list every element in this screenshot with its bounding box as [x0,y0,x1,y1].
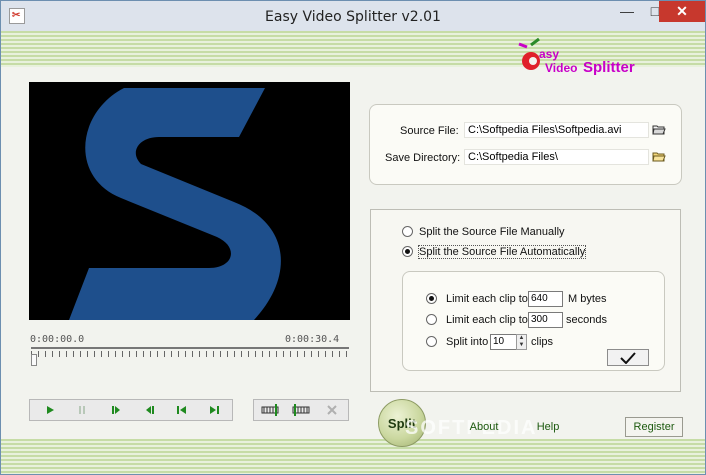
minimize-button[interactable]: — [613,1,641,22]
apply-options-button[interactable] [607,349,649,366]
clip-count-input[interactable]: 10 [490,334,517,350]
playback-controls [29,399,233,421]
set-end-mark-button[interactable] [287,402,315,418]
close-button[interactable]: ✕ [659,1,705,22]
mark-end-icon [292,404,310,416]
split-count-radio[interactable] [426,336,437,347]
limit-size-radio[interactable] [426,293,437,304]
window-title: Easy Video Splitter v2.01 [265,9,441,25]
limit-time-radio[interactable] [426,314,437,325]
limit-time-label: Limit each clip to [446,314,528,326]
pause-icon [79,406,85,414]
go-end-icon [210,406,219,414]
delete-icon [327,405,337,415]
clip-count-spinner[interactable]: ▲ ▼ [516,334,527,350]
svg-text:asy: asy [539,47,559,61]
spin-down-icon[interactable]: ▼ [517,342,526,349]
split-manual-label[interactable]: Split the Source File Manually [419,226,565,238]
clip-unit-label: clips [531,336,554,348]
time-start: 0:00:00.0 [30,334,85,345]
step-forward-icon [112,406,120,414]
seek-ticks [31,351,349,357]
size-unit-label: M bytes [568,293,607,305]
time-unit-label: seconds [566,314,607,326]
split-count-label: Split into [446,336,489,348]
footer-banner [1,439,705,474]
title-bar: ✂ Easy Video Splitter v2.01 — □ ✕ [1,1,705,31]
app-window: ✂ Easy Video Splitter v2.01 — □ ✕ asy Vi… [0,0,706,475]
seek-thumb[interactable] [31,354,37,366]
help-button[interactable]: Help [519,418,577,436]
set-start-mark-button[interactable] [256,402,284,418]
step-back-icon [146,406,154,414]
play-button[interactable] [36,402,64,418]
size-limit-input[interactable]: 640 [528,291,563,307]
pause-button[interactable] [68,402,96,418]
source-file-label: Source File: [400,125,459,137]
svg-text:Video: Video [545,61,577,75]
split-auto-radio[interactable] [402,246,413,257]
clear-marks-button[interactable] [318,402,346,418]
go-start-icon [177,406,186,414]
svg-text:Splitter: Splitter [583,59,635,76]
seek-track[interactable] [31,347,349,349]
video-preview [29,82,350,320]
mark-start-icon [261,404,279,416]
time-end: 0:00:30.4 [285,334,340,345]
step-back-button[interactable] [136,402,164,418]
play-icon [47,406,54,414]
step-forward-button[interactable] [102,402,130,418]
open-folder-icon[interactable] [652,124,666,136]
source-panel [369,104,682,185]
split-auto-label[interactable]: Split the Source File Automatically [417,245,587,259]
register-button[interactable]: Register [625,417,683,437]
go-end-button[interactable] [200,402,228,418]
video-frame [69,88,281,320]
spin-up-icon[interactable]: ▲ [517,335,526,342]
split-manual-radio[interactable] [402,226,413,237]
limit-size-label: Limit each clip to [446,293,528,305]
video-logo-shape [69,88,281,320]
time-limit-input[interactable]: 300 [528,312,563,328]
easy-video-splitter-logo: asy Video Splitter [518,37,635,76]
about-button[interactable]: About [455,418,513,436]
go-start-button[interactable] [168,402,196,418]
save-directory-field[interactable]: C:\Softpedia Files\ [464,149,649,165]
save-directory-label: Save Directory: [385,152,461,164]
marker-controls [253,399,349,421]
source-file-field[interactable]: C:\Softpedia Files\Softpedia.avi [464,122,649,138]
browse-folder-icon[interactable] [652,151,666,163]
checkmark-icon [620,351,636,364]
